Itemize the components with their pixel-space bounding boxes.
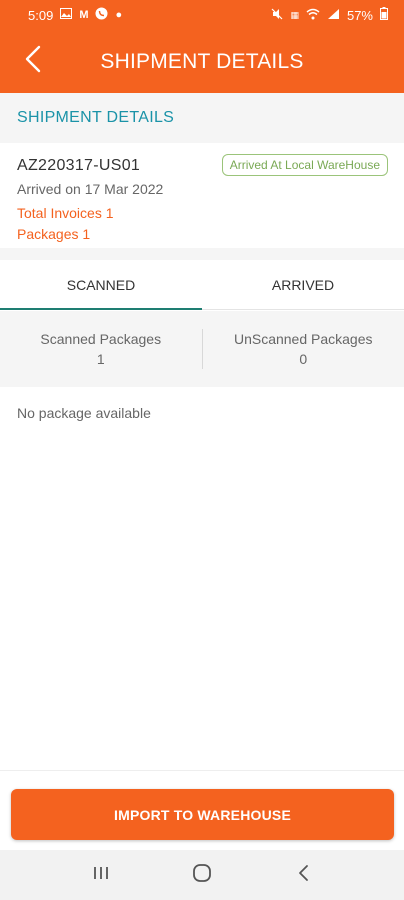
bottom-action-area: IMPORT TO WAREHOUSE <box>0 770 404 850</box>
chevron-left-icon <box>25 45 41 78</box>
volte-icon: ▦ <box>290 9 299 20</box>
m-icon: M <box>79 9 89 21</box>
shipment-card: AZ220317-US01 Arrived on 17 Mar 2022 Tot… <box>0 143 404 248</box>
packages-count: Packages 1 <box>17 226 91 242</box>
app-bar: SHIPMENT DETAILS <box>0 30 404 93</box>
recent-apps-icon <box>92 865 110 886</box>
tab-scanned[interactable]: SCANNED <box>0 260 202 310</box>
back-button[interactable] <box>18 44 48 78</box>
mute-icon <box>271 8 283 23</box>
scanned-counter: Scanned Packages 1 <box>0 331 202 367</box>
status-badge: Arrived At Local WareHouse <box>221 154 388 176</box>
status-time: 5:09 <box>28 7 54 23</box>
gallery-icon <box>60 8 73 22</box>
arrived-date: Arrived on 17 Mar 2022 <box>17 181 164 197</box>
total-invoices: Total Invoices 1 <box>17 205 114 221</box>
section-gap <box>0 248 404 260</box>
battery-icon <box>380 7 388 23</box>
status-right: ▦ 57% <box>271 7 388 23</box>
unscanned-counter: UnScanned Packages 0 <box>203 331 404 367</box>
status-bar: 5:09 M ● ▦ 57% <box>0 0 404 30</box>
tab-arrived[interactable]: ARRIVED <box>202 260 404 309</box>
home-button[interactable] <box>182 855 222 895</box>
section-title: SHIPMENT DETAILS <box>17 109 175 126</box>
empty-state-text: No package available <box>17 405 151 421</box>
whatsapp-icon <box>95 7 108 23</box>
scanned-value: 1 <box>96 351 105 367</box>
battery-percent: 57% <box>346 7 373 23</box>
section-header: SHIPMENT DETAILS <box>0 93 404 143</box>
home-icon <box>192 863 212 888</box>
wifi-icon <box>306 8 320 23</box>
import-to-warehouse-button[interactable]: IMPORT TO WAREHOUSE <box>11 789 394 840</box>
system-nav-bar <box>0 850 404 900</box>
system-back-button[interactable] <box>283 855 323 895</box>
unscanned-value: 0 <box>299 351 308 367</box>
tab-bar: SCANNED ARRIVED <box>0 260 404 310</box>
page-title: SHIPMENT DETAILS <box>100 49 304 73</box>
back-icon <box>297 864 309 887</box>
unscanned-label: UnScanned Packages <box>233 331 373 347</box>
signal-icon <box>327 8 340 23</box>
status-left: 5:09 M ● <box>28 7 122 23</box>
package-counters: Scanned Packages 1 UnScanned Packages 0 <box>0 311 404 387</box>
scanned-label: Scanned Packages <box>40 331 162 347</box>
recent-apps-button[interactable] <box>81 855 121 895</box>
dot-icon: ● <box>115 9 123 21</box>
